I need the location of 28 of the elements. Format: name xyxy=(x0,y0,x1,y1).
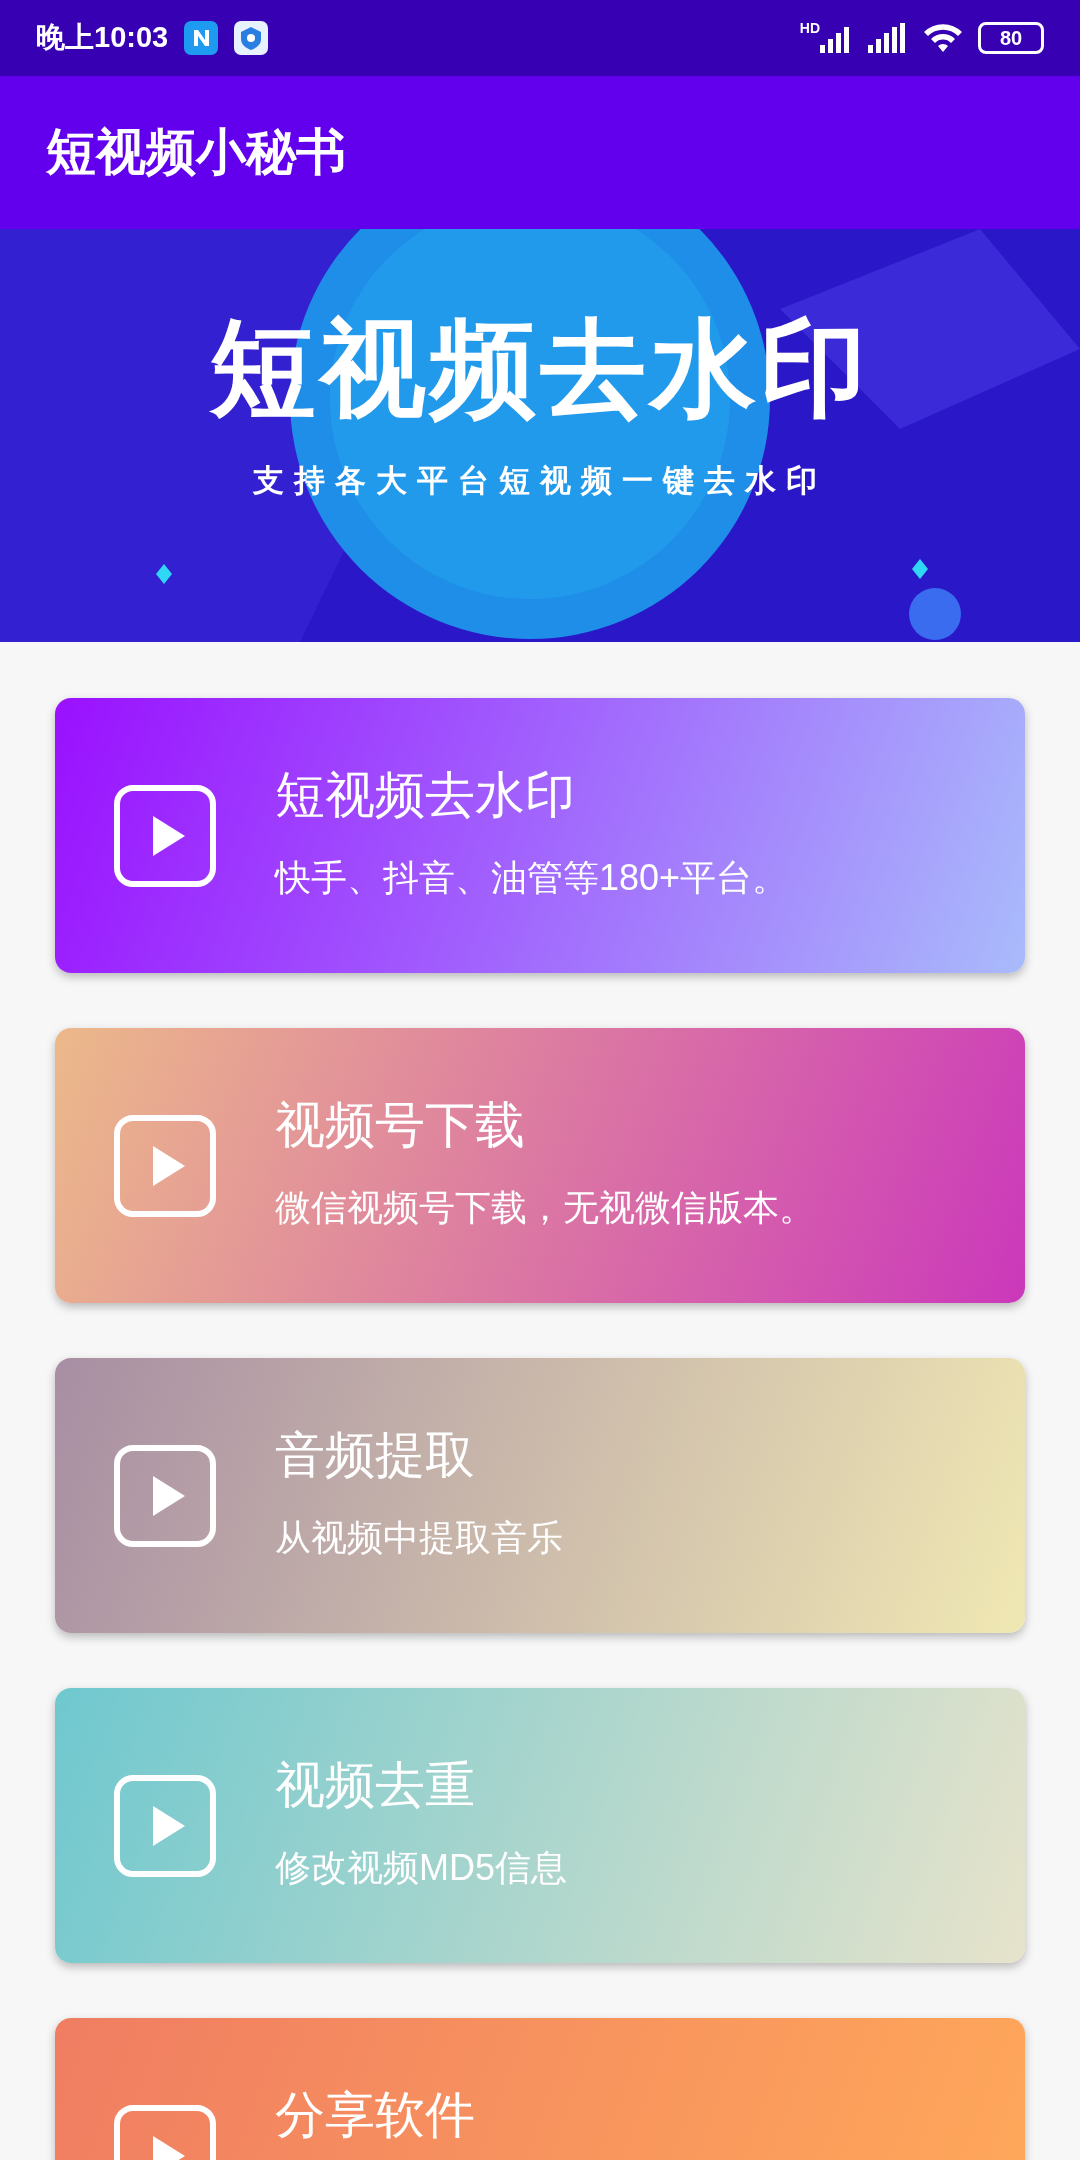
card-subtitle: 修改视频MD5信息 xyxy=(275,1850,567,1886)
card-title: 短视频去水印 xyxy=(275,770,576,820)
card-title: 分享软件 xyxy=(275,2090,475,2140)
app-icon xyxy=(184,21,219,55)
feature-card[interactable]: 分享软件 xyxy=(55,2018,1025,2160)
wifi-icon xyxy=(922,22,964,54)
banner-subtitle: 支持各大平台短视频一键去水印 xyxy=(253,462,827,500)
play-icon xyxy=(113,783,217,888)
card-title: 音频提取 xyxy=(275,1430,476,1480)
network-label: HD xyxy=(799,19,820,38)
card-title: 视频号下载 xyxy=(275,1100,526,1150)
feature-card[interactable]: 音频提取 从视频中提取音乐 xyxy=(55,1358,1025,1633)
app-title: 短视频小秘书 xyxy=(46,123,346,182)
card-subtitle: 快手、抖音、油管等180+平台。 xyxy=(275,860,789,896)
banner-title: 短视频去水印 xyxy=(210,308,870,429)
feature-card[interactable]: 视频去重 修改视频MD5信息 xyxy=(55,1688,1025,1963)
play-icon xyxy=(113,1443,217,1548)
status-time: 晚上10:03 xyxy=(36,20,169,56)
signal-icon xyxy=(868,23,908,53)
play-icon xyxy=(113,1113,217,1218)
card-subtitle: 微信视频号下载，无视微信版本。 xyxy=(275,1190,815,1226)
card-subtitle: 从视频中提取音乐 xyxy=(275,1520,563,1556)
feature-card[interactable]: 视频号下载 微信视频号下载，无视微信版本。 xyxy=(55,1028,1025,1303)
shield-icon xyxy=(234,21,269,55)
play-icon xyxy=(113,1773,217,1878)
battery-icon: 80 xyxy=(978,22,1044,54)
card-title: 视频去重 xyxy=(275,1760,476,1810)
feature-card[interactable]: 短视频去水印 快手、抖音、油管等180+平台。 xyxy=(55,698,1025,973)
